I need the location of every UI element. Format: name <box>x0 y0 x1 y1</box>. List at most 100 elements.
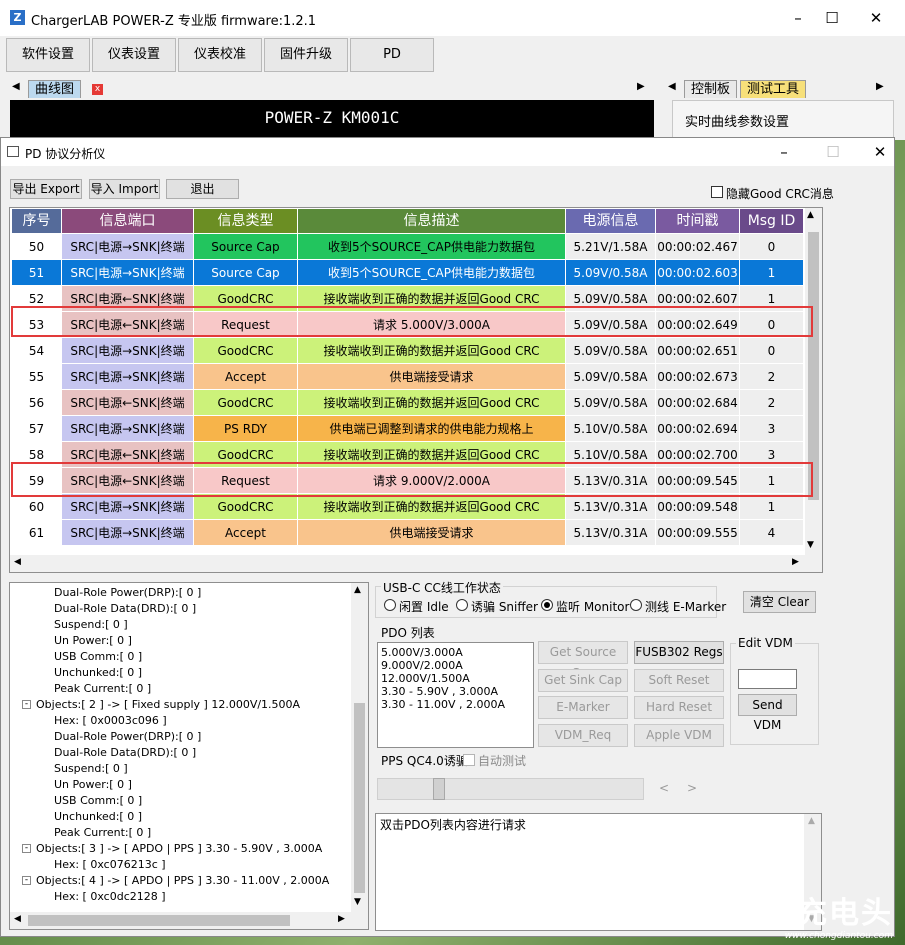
dialog-maximize-icon[interactable]: ☐ <box>818 140 848 164</box>
tree-node-field[interactable]: Hex: [ 0xc076213c ] <box>54 857 166 873</box>
apple-vdm-button[interactable]: Apple VDM <box>634 724 724 747</box>
tree-node-field[interactable]: Unchunked:[ 0 ] <box>54 665 142 681</box>
tab-test-tools[interactable]: 测试工具 <box>740 80 807 98</box>
tree-node-field[interactable]: Un Power:[ 0 ] <box>54 777 132 793</box>
mode-sniffer-radio[interactable] <box>456 599 468 611</box>
tree-horizontal-scrollbar[interactable]: ◀ ▶ <box>10 912 368 929</box>
tree-node-field[interactable]: Dual-Role Power(DRP):[ 0 ] <box>54 585 201 601</box>
tab-close-icon[interactable]: x <box>92 84 103 95</box>
get-source-cap-button[interactable]: Get Source Cap <box>538 641 628 680</box>
pdo-list-label: PDO 列表 <box>381 626 435 640</box>
tree-hscroll-right-icon[interactable]: ▶ <box>338 914 345 924</box>
cell-seq: 61 <box>12 520 62 546</box>
auto-test-checkbox[interactable] <box>463 754 475 766</box>
tree-node-field[interactable]: USB Comm:[ 0 ] <box>54 649 142 665</box>
table-vertical-scrollbar[interactable]: ▲ ▼ <box>805 208 822 556</box>
meter-calibration-button[interactable]: 仪表校准 <box>178 38 262 72</box>
pps-slider-thumb[interactable] <box>433 778 445 800</box>
fusb302-regs-button[interactable]: FUSB302 Regs <box>634 641 724 664</box>
dialog-close-icon[interactable]: ✕ <box>865 140 895 164</box>
tree-node-field[interactable]: Hex: [ 0xc0dc2128 ] <box>54 889 166 905</box>
tree-collapse-icon[interactable]: - <box>22 700 31 709</box>
pdo-list-item[interactable]: 9.000V/2.000A <box>381 659 463 672</box>
clear-button[interactable]: 清空 Clear <box>743 591 816 613</box>
close-icon[interactable]: ✕ <box>861 6 891 30</box>
tree-node-field[interactable]: Dual-Role Data(DRD):[ 0 ] <box>54 601 196 617</box>
tree-hscroll-thumb[interactable] <box>28 915 290 926</box>
pdo-listbox[interactable]: 5.000V/3.000A 9.000V/2.000A 12.000V/1.500A… <box>377 642 534 748</box>
scroll-up-icon[interactable]: ▲ <box>807 210 814 220</box>
tree-node-object[interactable]: Objects:[ 3 ] -> [ APDO | PPS ] 3.30 - 5… <box>36 841 322 857</box>
tree-node-field[interactable]: Suspend:[ 0 ] <box>54 617 128 633</box>
tree-scroll-up-icon[interactable]: ▲ <box>354 585 361 595</box>
cell-msgid: 1 <box>740 260 804 286</box>
tree-collapse-icon[interactable]: - <box>22 844 31 853</box>
tab-curve-chart[interactable]: 曲线图 <box>28 80 82 98</box>
pdo-list-item[interactable]: 3.30 - 5.90V , 3.000A <box>381 685 498 698</box>
minimize-icon[interactable]: – <box>783 6 813 30</box>
tab-control-panel[interactable]: 控制板 <box>684 80 738 98</box>
pps-step-right-icon[interactable]: > <box>687 781 697 795</box>
tree-scroll-down-icon[interactable]: ▼ <box>354 897 361 907</box>
cell-desc: 供电端接受请求 <box>298 520 566 546</box>
pps-step-left-icon[interactable]: < <box>659 781 669 795</box>
e-marker-button[interactable]: E-Marker <box>538 696 628 719</box>
tree-node-field[interactable]: Dual-Role Power(DRP):[ 0 ] <box>54 729 201 745</box>
tree-node-object[interactable]: Objects:[ 2 ] -> [ Fixed supply ] 12.000… <box>36 697 300 713</box>
hscroll-left-icon[interactable]: ◀ <box>14 557 21 567</box>
watermark-logo-text: 充电头 <box>797 896 893 931</box>
mode-emarker-radio[interactable] <box>630 599 642 611</box>
right-tab-scroll-left-icon[interactable]: ◀ <box>668 81 676 92</box>
tree-node-field[interactable]: Peak Current:[ 0 ] <box>54 825 151 841</box>
mode-idle-radio[interactable] <box>384 599 396 611</box>
hscroll-right-icon[interactable]: ▶ <box>792 557 799 567</box>
get-sink-cap-button[interactable]: Get Sink Cap <box>538 669 628 692</box>
table-horizontal-scrollbar[interactable]: ◀ ▶ <box>10 555 822 572</box>
import-button[interactable]: 导入 Import <box>89 179 160 199</box>
pps-slider-track[interactable] <box>377 778 644 800</box>
maximize-icon[interactable]: ☐ <box>817 6 847 30</box>
dialog-minimize-icon[interactable]: – <box>769 140 799 164</box>
pdo-list-item[interactable]: 3.30 - 11.00V , 2.000A <box>381 698 505 711</box>
mode-monitor-radio[interactable] <box>541 599 553 611</box>
pdo-list-item[interactable]: 12.000V/1.500A <box>381 672 470 685</box>
cell-seq: 56 <box>12 390 62 416</box>
table-scroll-thumb[interactable] <box>808 232 819 500</box>
cc-mode-group-label: USB-C CC线工作状态 <box>381 579 503 596</box>
export-button[interactable]: 导出 Export <box>10 179 82 199</box>
tree-scroll-thumb[interactable] <box>354 703 365 893</box>
tree-node-field[interactable]: Un Power:[ 0 ] <box>54 633 132 649</box>
send-vdm-button[interactable]: Send VDM <box>738 694 797 732</box>
cell-port: SRC|电源→SNK|终端 <box>62 416 194 442</box>
tree-node-field[interactable]: Peak Current:[ 0 ] <box>54 681 151 697</box>
hide-goodcrc-checkbox[interactable] <box>711 186 723 198</box>
tree-hscroll-left-icon[interactable]: ◀ <box>14 914 21 924</box>
tree-vertical-scrollbar[interactable]: ▲ ▼ <box>351 583 368 913</box>
hard-reset-button[interactable]: Hard Reset <box>634 696 724 719</box>
firmware-upgrade-button[interactable]: 固件升级 <box>264 38 348 72</box>
tab-scroll-left-icon[interactable]: ◀ <box>12 81 20 92</box>
right-tab-scroll-right-icon[interactable]: ▶ <box>876 81 884 92</box>
tree-node-field[interactable]: Hex: [ 0x0003c096 ] <box>54 713 167 729</box>
soft-reset-button[interactable]: Soft Reset <box>634 669 724 692</box>
tree-node-field[interactable]: USB Comm:[ 0 ] <box>54 793 142 809</box>
tree-node-field[interactable]: Unchunked:[ 0 ] <box>54 809 142 825</box>
tree-node-field[interactable]: Suspend:[ 0 ] <box>54 761 128 777</box>
realtime-params-panel: 实时曲线参数设置 <box>672 100 894 140</box>
tree-node-object[interactable]: Objects:[ 4 ] -> [ APDO | PPS ] 3.30 - 1… <box>36 873 329 889</box>
tab-curve-chart-label: 曲线图 <box>35 82 75 97</box>
tree-collapse-icon[interactable]: - <box>22 876 31 885</box>
tree-node-field[interactable]: Dual-Role Data(DRD):[ 0 ] <box>54 745 196 761</box>
vdm-req-button[interactable]: VDM_Req <box>538 724 628 747</box>
cell-desc: 收到5个SOURCE_CAP供电能力数据包 <box>298 234 566 260</box>
exit-button[interactable]: 退出 <box>166 179 239 199</box>
pdo-list-item[interactable]: 5.000V/3.000A <box>381 646 463 659</box>
info-textbox[interactable]: 双击PDO列表内容进行请求 ▲ ▼ <box>375 813 822 931</box>
info-scroll-up-icon[interactable]: ▲ <box>808 816 815 826</box>
software-settings-button[interactable]: 软件设置 <box>6 38 90 72</box>
tab-scroll-right-icon[interactable]: ▶ <box>637 81 645 92</box>
scroll-down-icon[interactable]: ▼ <box>807 540 814 550</box>
meter-settings-button[interactable]: 仪表设置 <box>92 38 176 72</box>
vdm-input[interactable] <box>738 669 797 689</box>
pd-button[interactable]: PD <box>350 38 434 72</box>
